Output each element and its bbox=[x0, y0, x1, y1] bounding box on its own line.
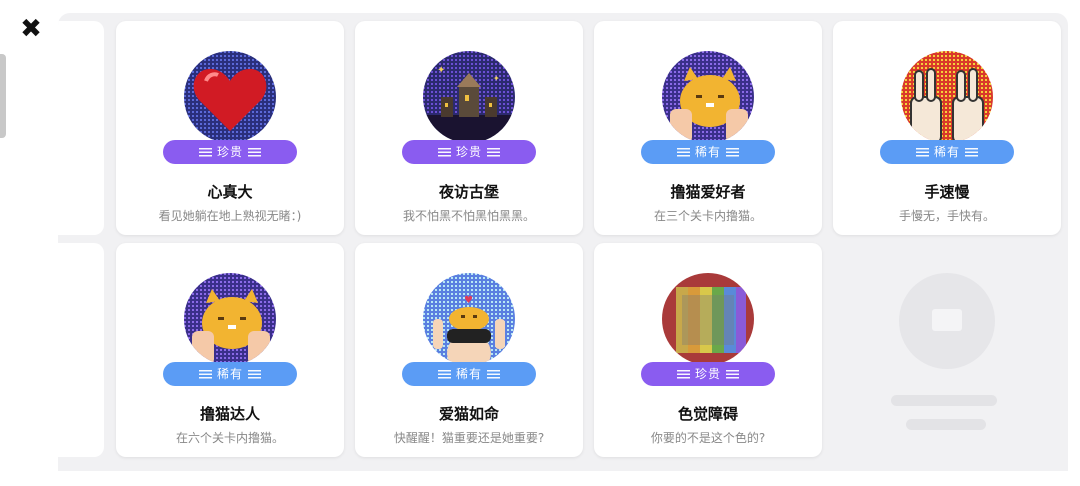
badge: ✦ ✦ 珍贵 bbox=[402, 51, 536, 164]
rarity-tag: 珍贵 bbox=[641, 362, 775, 386]
placeholder-line bbox=[906, 419, 986, 430]
svg-text:♥: ♥ bbox=[464, 295, 473, 306]
achievement-card[interactable]: 珍贵 心真大 看见她躺在地上熟视无睹：) bbox=[116, 21, 344, 235]
achievement-desc: 手慢无，手快有。 bbox=[898, 209, 995, 223]
achievement-title: 撸猫达人 bbox=[199, 405, 260, 423]
rarity-tag: 稀有 bbox=[402, 362, 536, 386]
side-scroll-handle[interactable] bbox=[0, 54, 6, 138]
svg-text:✦: ✦ bbox=[493, 74, 500, 83]
achievement-card[interactable]: 稀有 撸猫达人 在六个关卡内撸猫。 bbox=[116, 243, 344, 457]
cat-badge-icon bbox=[662, 51, 754, 143]
rarity-tag: 稀有 bbox=[163, 362, 297, 386]
achievement-card[interactable]: 珍贵 色觉障碍 你要的不是这个色的? bbox=[594, 243, 822, 457]
rarity-tag: 稀有 bbox=[880, 140, 1014, 164]
achievement-card[interactable]: 稀有 撸猫爱好者 在三个关卡内撸猫。 bbox=[594, 21, 822, 235]
badge: 稀有 bbox=[641, 51, 775, 164]
rarity-tag: 珍贵 bbox=[163, 140, 297, 164]
achievement-title: 爱猫如命 bbox=[438, 405, 499, 423]
achievement-desc: 看见她躺在地上熟视无睹：) bbox=[158, 209, 302, 223]
badge: 稀有 bbox=[163, 273, 297, 386]
achievement-desc: 我不怕黑不怕黑怕黑黑。 bbox=[402, 209, 535, 223]
badge: 稀有 bbox=[880, 51, 1014, 164]
achievement-card[interactable]: 稀有 手速慢 手慢无，手快有。 bbox=[833, 21, 1061, 235]
achievement-desc: 快醒醒！猫重要还是她重要? bbox=[393, 431, 545, 445]
card-partial[interactable] bbox=[58, 243, 104, 457]
achievement-title: 撸猫爱好者 bbox=[670, 183, 746, 201]
badge: ♥ 稀有 bbox=[402, 273, 536, 386]
achievement-card[interactable]: ✦ ✦ 珍贵 夜访古堡 我不怕黑不怕黑怕黑黑。 bbox=[355, 21, 583, 235]
castle-badge-icon: ✦ ✦ bbox=[423, 51, 515, 143]
rarity-tag: 珍贵 bbox=[402, 140, 536, 164]
color-bars-badge-icon bbox=[662, 273, 754, 365]
achievement-card[interactable]: ♥ 稀有 爱猫如命 快醒醒！猫重要还是她重要? bbox=[355, 243, 583, 457]
achievement-desc: 在三个关卡内撸猫。 bbox=[653, 209, 762, 223]
achievement-title: 心真大 bbox=[207, 183, 253, 201]
achievement-title: 手速慢 bbox=[924, 183, 970, 201]
achievement-title: 夜访古堡 bbox=[438, 183, 499, 201]
rarity-tag: 稀有 bbox=[641, 140, 775, 164]
achievements-panel: 珍贵 心真大 看见她躺在地上熟视无睹：) ✦ ✦ 珍贵 夜访古堡 我不怕黑不怕黑… bbox=[58, 13, 1068, 471]
achievement-title: 色觉障碍 bbox=[677, 405, 738, 423]
achievement-desc: 在六个关卡内撸猫。 bbox=[175, 431, 284, 445]
locked-badge-icon bbox=[899, 273, 995, 369]
heart-badge-icon bbox=[184, 51, 276, 143]
close-icon: ✖ bbox=[20, 14, 42, 44]
card-partial[interactable] bbox=[58, 21, 104, 235]
cat-on-head-badge-icon: ♥ bbox=[423, 273, 515, 365]
badge: 珍贵 bbox=[641, 273, 775, 386]
placeholder-line bbox=[891, 395, 997, 406]
locked-achievement-card bbox=[833, 243, 1061, 457]
cat-badge-icon bbox=[184, 273, 276, 365]
close-button[interactable]: ✖ bbox=[20, 16, 42, 42]
peace-hands-badge-icon bbox=[901, 51, 993, 143]
achievement-desc: 你要的不是这个色的? bbox=[650, 431, 766, 445]
badge: 珍贵 bbox=[163, 51, 297, 164]
svg-text:✦: ✦ bbox=[437, 65, 445, 76]
